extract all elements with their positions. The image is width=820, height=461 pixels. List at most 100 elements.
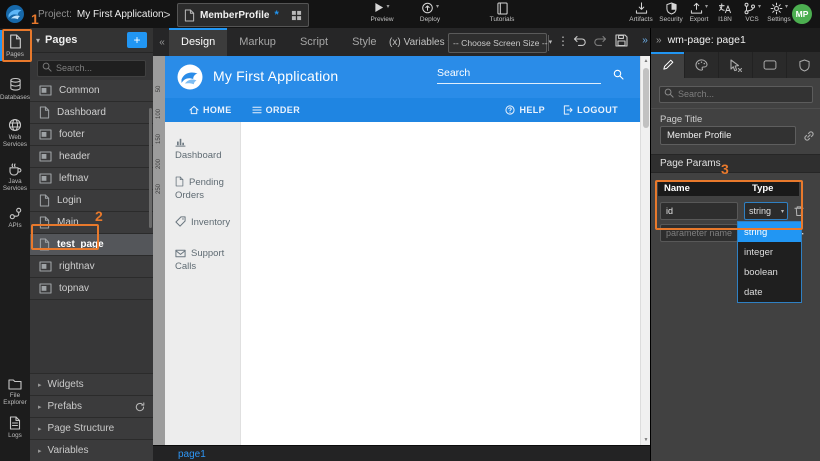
type-option-boolean[interactable]: boolean — [738, 262, 801, 282]
section-variables[interactable]: ▸ Variables — [30, 439, 153, 461]
tab-events[interactable] — [719, 52, 753, 78]
collapse-left-panel-icon[interactable]: « — [155, 37, 169, 48]
help-icon — [505, 105, 515, 115]
wavemaker-logo[interactable] — [0, 0, 30, 28]
sidebar-item-logs[interactable]: Logs — [0, 412, 30, 442]
inspector-tabs — [651, 52, 820, 78]
sidebar-item-databases[interactable]: Databases — [0, 73, 30, 104]
kebab-menu-icon[interactable]: ⋮ — [557, 34, 569, 48]
caret-down-icon: ▾ — [785, 2, 788, 12]
page-list-item-topnav[interactable]: topnav — [30, 278, 153, 300]
partial-page-icon — [39, 261, 52, 272]
nav-logout[interactable]: LOGOUT — [563, 105, 618, 115]
tab-styles[interactable] — [685, 52, 719, 78]
security-button[interactable]: Security — [656, 2, 686, 26]
globe-icon — [8, 118, 22, 132]
inspector-search-input[interactable] — [659, 86, 813, 103]
project-breadcrumb: Project: My First Application — [38, 0, 164, 28]
app-sidebar-item-pending-orders[interactable]: Pending Orders — [165, 176, 240, 202]
tutorials-button[interactable]: Tutorials — [482, 2, 522, 26]
sidebar-item-file-explorer[interactable]: File Explorer — [0, 374, 30, 409]
preview-button[interactable]: ▾ Preview — [362, 2, 402, 26]
shield-icon — [666, 2, 677, 15]
page-list-item-common[interactable]: Common — [30, 80, 153, 102]
variables-dropdown[interactable]: (x) Variables ▾ — [389, 28, 451, 56]
tab-device[interactable] — [753, 52, 787, 78]
play-icon — [374, 2, 384, 13]
shield-icon — [799, 59, 810, 72]
api-icon — [9, 207, 22, 220]
document-tab[interactable]: MemberProfile * — [177, 3, 309, 27]
property-inspector: » wm-page: page1 Page T — [650, 28, 820, 461]
type-option-date[interactable]: date — [738, 282, 801, 302]
settings-button[interactable]: ▾ Settings — [764, 2, 794, 26]
nav-order[interactable]: ORDER — [252, 105, 301, 115]
vcs-button[interactable]: ▾ VCS — [738, 2, 766, 26]
export-icon — [690, 2, 703, 14]
partial-page-icon — [39, 129, 52, 140]
pencil-icon — [662, 59, 674, 71]
page-list-item-rightnav[interactable]: rightnav — [30, 256, 153, 278]
nav-help[interactable]: HELP — [505, 105, 545, 115]
section-page-structure[interactable]: ▸ Page Structure — [30, 417, 153, 439]
unsaved-marker: * — [274, 9, 278, 21]
annotation-step-2: 2 — [95, 208, 103, 224]
page-list-item-dashboard[interactable]: Dashboard — [30, 102, 153, 124]
artifacts-button[interactable]: Artifacts — [626, 2, 656, 26]
page-list-item-footer[interactable]: footer — [30, 124, 153, 146]
sidebar-item-web-services[interactable]: Web Services — [0, 114, 30, 151]
inspector-header: » wm-page: page1 — [651, 28, 820, 52]
sidebar-item-apis[interactable]: APIs — [0, 203, 30, 232]
search-icon[interactable] — [613, 69, 624, 80]
inspector-search — [659, 84, 813, 101]
project-name: My First Application — [77, 9, 164, 20]
sidebar-item-java-services[interactable]: Java Services — [0, 159, 30, 195]
pages-panel-header[interactable]: ▾ Pages + — [30, 28, 153, 53]
app-sidebar-item-support-calls[interactable]: Support Calls — [165, 247, 240, 273]
app-search-input[interactable]: Search — [437, 67, 601, 84]
refresh-icon[interactable] — [135, 402, 145, 412]
collapse-right-panel-icon[interactable]: » — [656, 35, 662, 46]
section-prefabs[interactable]: ▸ Prefabs — [30, 395, 153, 417]
redo-icon[interactable] — [593, 35, 607, 47]
i18n-button[interactable]: I18N — [710, 2, 740, 26]
tab-security[interactable] — [787, 52, 820, 78]
link-icon[interactable] — [803, 130, 815, 142]
design-canvas[interactable]: My First Application Search HOME ORDER H… — [165, 56, 640, 445]
tab-markup[interactable]: Markup — [227, 28, 288, 56]
grid-icon[interactable] — [291, 10, 302, 21]
pages-panel-scrollbar[interactable] — [149, 108, 152, 228]
page-list-item-login[interactable]: Login — [30, 190, 153, 212]
tab-style[interactable]: Style — [340, 28, 388, 56]
nav-home[interactable]: HOME — [189, 105, 232, 115]
save-icon[interactable] — [615, 34, 628, 47]
app-header[interactable]: My First Application Search — [165, 56, 640, 98]
app-sidebar-item-dashboard[interactable]: Dashboard — [165, 136, 240, 162]
screen-size-select[interactable]: -- Choose Screen Size -- ▾ — [448, 33, 547, 53]
deploy-button[interactable]: ▾ Deploy — [410, 2, 450, 26]
search-icon — [664, 88, 674, 98]
user-avatar[interactable]: MP — [792, 4, 812, 24]
type-option-integer[interactable]: integer — [738, 242, 801, 262]
pages-search-input[interactable] — [37, 60, 146, 77]
home-icon — [189, 105, 199, 115]
page-list-item-header[interactable]: header — [30, 146, 153, 168]
app-sidebar-item-inventory[interactable]: Inventory — [165, 216, 240, 229]
tab-properties[interactable] — [651, 52, 685, 78]
type-dropdown: string integer boolean date — [737, 221, 802, 303]
section-widgets[interactable]: ▸ Widgets — [30, 373, 153, 395]
scrollbar-thumb[interactable] — [643, 68, 649, 128]
top-bar: Project: My First Application > MemberPr… — [0, 0, 820, 29]
variables-prefix: (x) — [389, 37, 401, 48]
partial-page-icon — [39, 283, 52, 294]
add-page-button[interactable]: + — [127, 32, 147, 48]
tab-design[interactable]: Design — [169, 28, 227, 56]
page-list-item-leftnav[interactable]: leftnav — [30, 168, 153, 190]
page-title-input[interactable] — [660, 126, 796, 145]
logout-icon — [563, 105, 573, 115]
page-title-label: Page Title — [660, 114, 702, 125]
open-page-tab[interactable]: page1 — [178, 449, 206, 460]
tab-script[interactable]: Script — [288, 28, 340, 56]
page-params-section-header[interactable]: Page Params — [651, 154, 820, 173]
undo-icon[interactable] — [573, 35, 587, 47]
